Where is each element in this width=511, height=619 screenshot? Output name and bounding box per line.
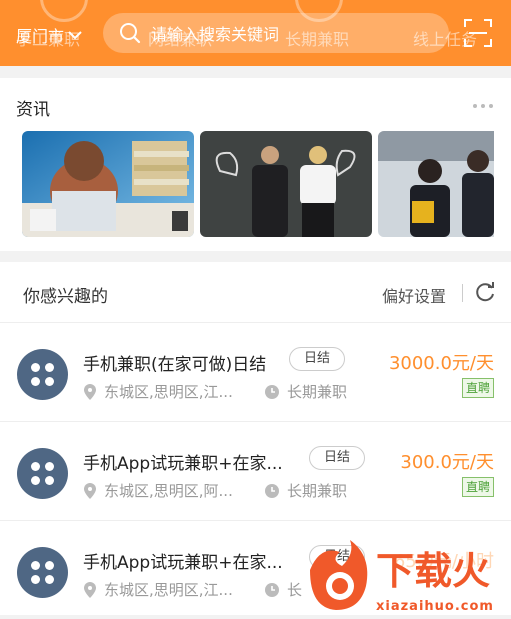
job-tag: 日结 (289, 347, 346, 371)
news-image-3[interactable] (378, 131, 494, 237)
job-term-text: 长期兼职 (287, 482, 348, 500)
direct-hire-badge: 直聘 (461, 477, 494, 497)
refresh-icon[interactable] (474, 281, 496, 303)
bg-category-icon (40, 0, 88, 22)
recommend-title: 你感兴趣的 (23, 287, 108, 307)
divider (462, 284, 463, 302)
job-list-item[interactable]: 手机兼职(在家可做)日结 日结 东城区,思明区,江... 长期兼职 3000.0… (0, 323, 511, 422)
job-tag: 日结 (309, 446, 366, 470)
job-title: 手机兼职(在家可做)日结 (83, 355, 267, 375)
search-icon (119, 22, 141, 44)
watermark-logo: 下载火 xiazaihuo.com (300, 540, 511, 615)
job-salary: 300.0元/天 (400, 452, 494, 473)
location-pin-icon (84, 383, 96, 400)
job-term-text: 长期兼职 (287, 383, 348, 401)
job-term: 长期兼职 (265, 480, 347, 501)
news-image-1[interactable] (22, 131, 194, 237)
news-image-2[interactable] (200, 131, 372, 237)
app-grid-icon (31, 363, 54, 386)
watermark-text: 下载火 (376, 549, 490, 593)
direct-hire-badge: 直聘 (461, 378, 494, 398)
clock-icon (265, 582, 279, 597)
job-salary: 3000.0元/天 (388, 353, 494, 374)
more-icon[interactable] (473, 104, 493, 108)
job-avatar (17, 349, 68, 400)
news-title: 资讯 (16, 100, 50, 120)
job-list-item[interactable]: 手机App试玩兼职+在家... 日结 东城区,思明区,阿... 长期兼职 300… (0, 422, 511, 521)
city-selector[interactable]: 厦门市 (16, 23, 82, 47)
job-title: 手机App试玩兼职+在家... (83, 553, 283, 573)
watermark-url: xiazaihuo.com (376, 599, 494, 614)
job-term: 长期兼职 (265, 381, 347, 402)
job-location-text: 东城区,思明区,江... (104, 383, 233, 401)
job-term: 长 (265, 579, 302, 600)
location-pin-icon (84, 482, 96, 499)
top-header: 手工兼职 网络兼职 长期兼职 线上任务 厦门市 请输入搜索关键词 (0, 0, 511, 66)
job-location: 东城区,思明区,阿... (84, 480, 233, 501)
job-avatar (17, 448, 68, 499)
job-location-text: 东城区,思明区,江... (104, 581, 233, 599)
job-avatar (17, 547, 68, 598)
app-grid-icon (31, 462, 54, 485)
job-location-text: 东城区,思明区,阿... (104, 482, 233, 500)
city-label: 厦门市 (16, 27, 65, 46)
search-placeholder: 请输入搜索关键词 (151, 25, 280, 44)
clock-icon (265, 384, 279, 399)
job-title: 手机App试玩兼职+在家... (83, 454, 283, 474)
news-section: 资讯 (0, 78, 511, 251)
preference-settings-button[interactable]: 偏好设置 (382, 283, 446, 307)
app-grid-icon (31, 561, 54, 584)
location-pin-icon (84, 581, 96, 598)
job-location: 东城区,思明区,江... (84, 579, 233, 600)
job-location: 东城区,思明区,江... (84, 381, 233, 402)
scan-icon[interactable] (463, 18, 493, 48)
search-input[interactable]: 请输入搜索关键词 (103, 13, 449, 53)
clock-icon (265, 483, 279, 498)
chevron-down-icon (68, 31, 82, 40)
recommend-header: 你感兴趣的 偏好设置 (0, 262, 511, 323)
